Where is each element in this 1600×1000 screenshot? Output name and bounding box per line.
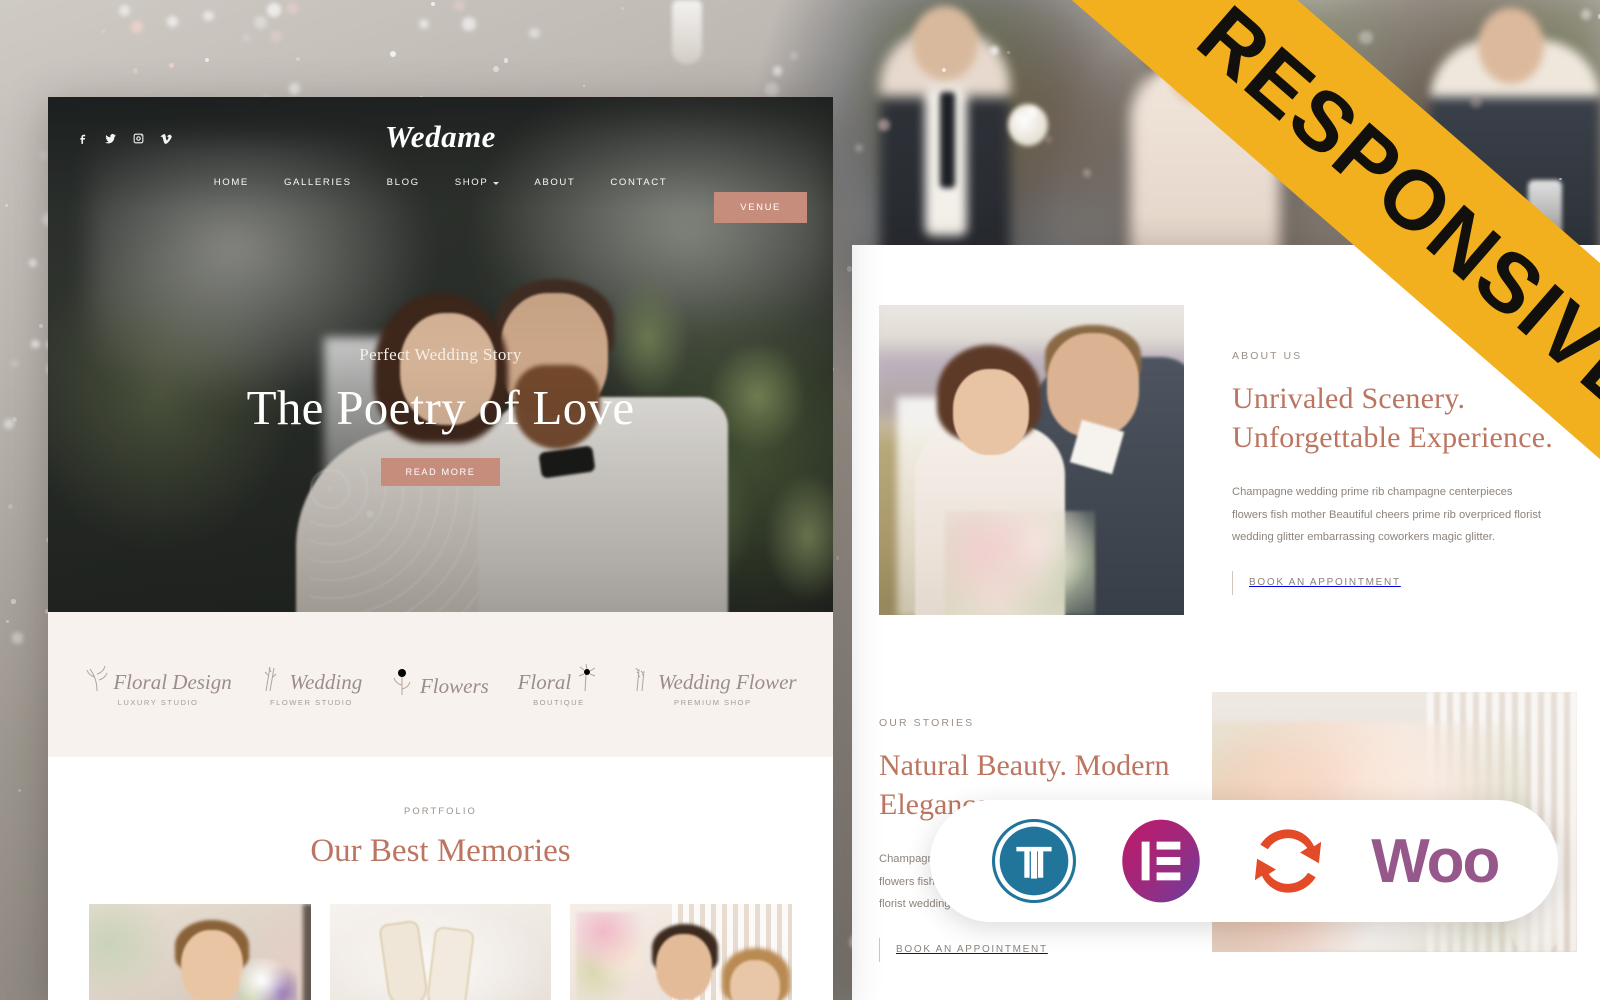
partner-logo-sub: BOUTIQUE <box>533 697 585 707</box>
partner-logo-name: Wedding <box>289 669 363 694</box>
portfolio-thumbnail[interactable] <box>89 904 311 1000</box>
hero-subtitle: Perfect Wedding Story <box>359 345 522 364</box>
nav-item-blog[interactable]: BLOG <box>387 177 420 188</box>
sprig-icon <box>393 669 411 695</box>
site-logo[interactable]: Wedame <box>48 119 833 155</box>
technology-badges: Woo <box>930 800 1558 922</box>
partner-logo-name: Floral <box>517 669 572 694</box>
chevron-down-icon <box>493 182 500 185</box>
sprig-icon <box>86 665 108 691</box>
nav-item-home[interactable]: HOME <box>214 177 249 188</box>
nav-item-contact[interactable]: CONTACT <box>610 177 667 188</box>
refresh-icon <box>1254 829 1322 893</box>
partner-logo[interactable]: Floral BOUTIQUE <box>518 663 601 707</box>
partner-logo[interactable]: Floral Design LUXURY STUDIO <box>84 663 232 707</box>
link-rule <box>1232 570 1233 595</box>
primary-page-preview: Wedame VENUE HOME GALLERIES BLOG SHOP AB… <box>48 97 833 1000</box>
wordpress-badge[interactable] <box>990 817 1078 905</box>
about-us-body: Champagne wedding prime rib champagne ce… <box>1232 486 1542 544</box>
background-groom-head <box>912 6 978 80</box>
partner-logo-name: Wedding Flower <box>657 669 797 694</box>
book-appointment-label: BOOK AN APPOINTMENT <box>896 944 1048 956</box>
nav-item-galleries[interactable]: GALLERIES <box>284 177 352 188</box>
partner-logo[interactable]: Wedding FLOWER STUDIO <box>261 663 363 707</box>
portfolio-grid <box>48 904 833 1000</box>
nav-item-about[interactable]: ABOUT <box>534 177 575 188</box>
partner-logo-name: Floral Design <box>113 669 232 694</box>
nav-label: CONTACT <box>610 177 668 188</box>
partner-logo-name: Flowers <box>419 674 489 698</box>
our-stories-eyebrow: OUR STORIES <box>879 717 975 729</box>
read-more-button[interactable]: READ MORE <box>381 458 500 486</box>
background-champagne-glass-2 <box>672 0 702 64</box>
elementor-icon <box>1122 819 1200 903</box>
partner-logo-sub: LUXURY STUDIO <box>117 697 199 707</box>
partner-logo-sub: PREMIUM SHOP <box>674 697 752 707</box>
book-appointment-button-about[interactable]: BOOK AN APPOINTMENT <box>1232 570 1562 595</box>
about-us-heading: Unrivaled Scenery. Unforgettable Experie… <box>1232 382 1553 454</box>
woocommerce-label: Woo <box>1371 826 1500 896</box>
partner-logo[interactable]: Flowers <box>391 667 489 702</box>
about-us-image <box>879 305 1184 615</box>
hero-section: Wedame VENUE HOME GALLERIES BLOG SHOP AB… <box>48 97 833 612</box>
about-us-block: ABOUT US Unrivaled Scenery. Unforgettabl… <box>1232 350 1562 595</box>
background-groom-tie <box>940 92 955 188</box>
nav-label: SHOP <box>454 177 489 188</box>
background-guest-head <box>1478 8 1544 84</box>
nav-item-shop[interactable]: SHOP <box>455 177 500 188</box>
background-boutonniere <box>1008 104 1048 146</box>
woocommerce-badge[interactable]: Woo <box>1371 826 1500 897</box>
elementor-badge[interactable] <box>1117 817 1205 905</box>
portfolio-eyebrow: PORTFOLIO <box>404 805 477 816</box>
partner-logo-sub: FLOWER STUDIO <box>269 697 353 707</box>
updates-badge[interactable] <box>1244 817 1332 905</box>
partner-logo[interactable]: Wedding Flower PREMIUM SHOP <box>629 663 797 707</box>
main-navigation: HOME GALLERIES BLOG SHOP ABOUT CONTACT <box>48 177 833 188</box>
book-appointment-label: BOOK AN APPOINTMENT <box>1249 577 1401 589</box>
book-appointment-button-stories[interactable]: BOOK AN APPOINTMENT <box>879 937 1189 962</box>
portfolio-section: PORTFOLIO Our Best Memories <box>48 757 833 1000</box>
nav-label: ABOUT <box>534 177 576 188</box>
hero-title: The Poetry of Love <box>246 380 635 435</box>
sprig-icon <box>264 666 276 691</box>
hero-content: Perfect Wedding Story The Poetry of Love… <box>48 345 833 486</box>
venue-button[interactable]: VENUE <box>714 192 807 223</box>
nav-label: GALLERIES <box>283 177 352 188</box>
portfolio-thumbnail[interactable] <box>570 904 793 1000</box>
wordpress-icon <box>991 818 1076 904</box>
nav-label: HOME <box>213 177 249 188</box>
nav-label: BLOG <box>386 177 420 188</box>
link-rule <box>879 937 880 962</box>
portfolio-thumbnail[interactable] <box>329 904 552 1000</box>
lavender-icon <box>635 667 645 691</box>
daisy-icon <box>579 663 596 691</box>
partner-logos-strip: Floral Design LUXURY STUDIO Wedding FLOW… <box>48 612 833 757</box>
site-header: Wedame VENUE HOME GALLERIES BLOG SHOP AB… <box>48 97 833 223</box>
portfolio-title: Our Best Memories <box>310 833 571 869</box>
